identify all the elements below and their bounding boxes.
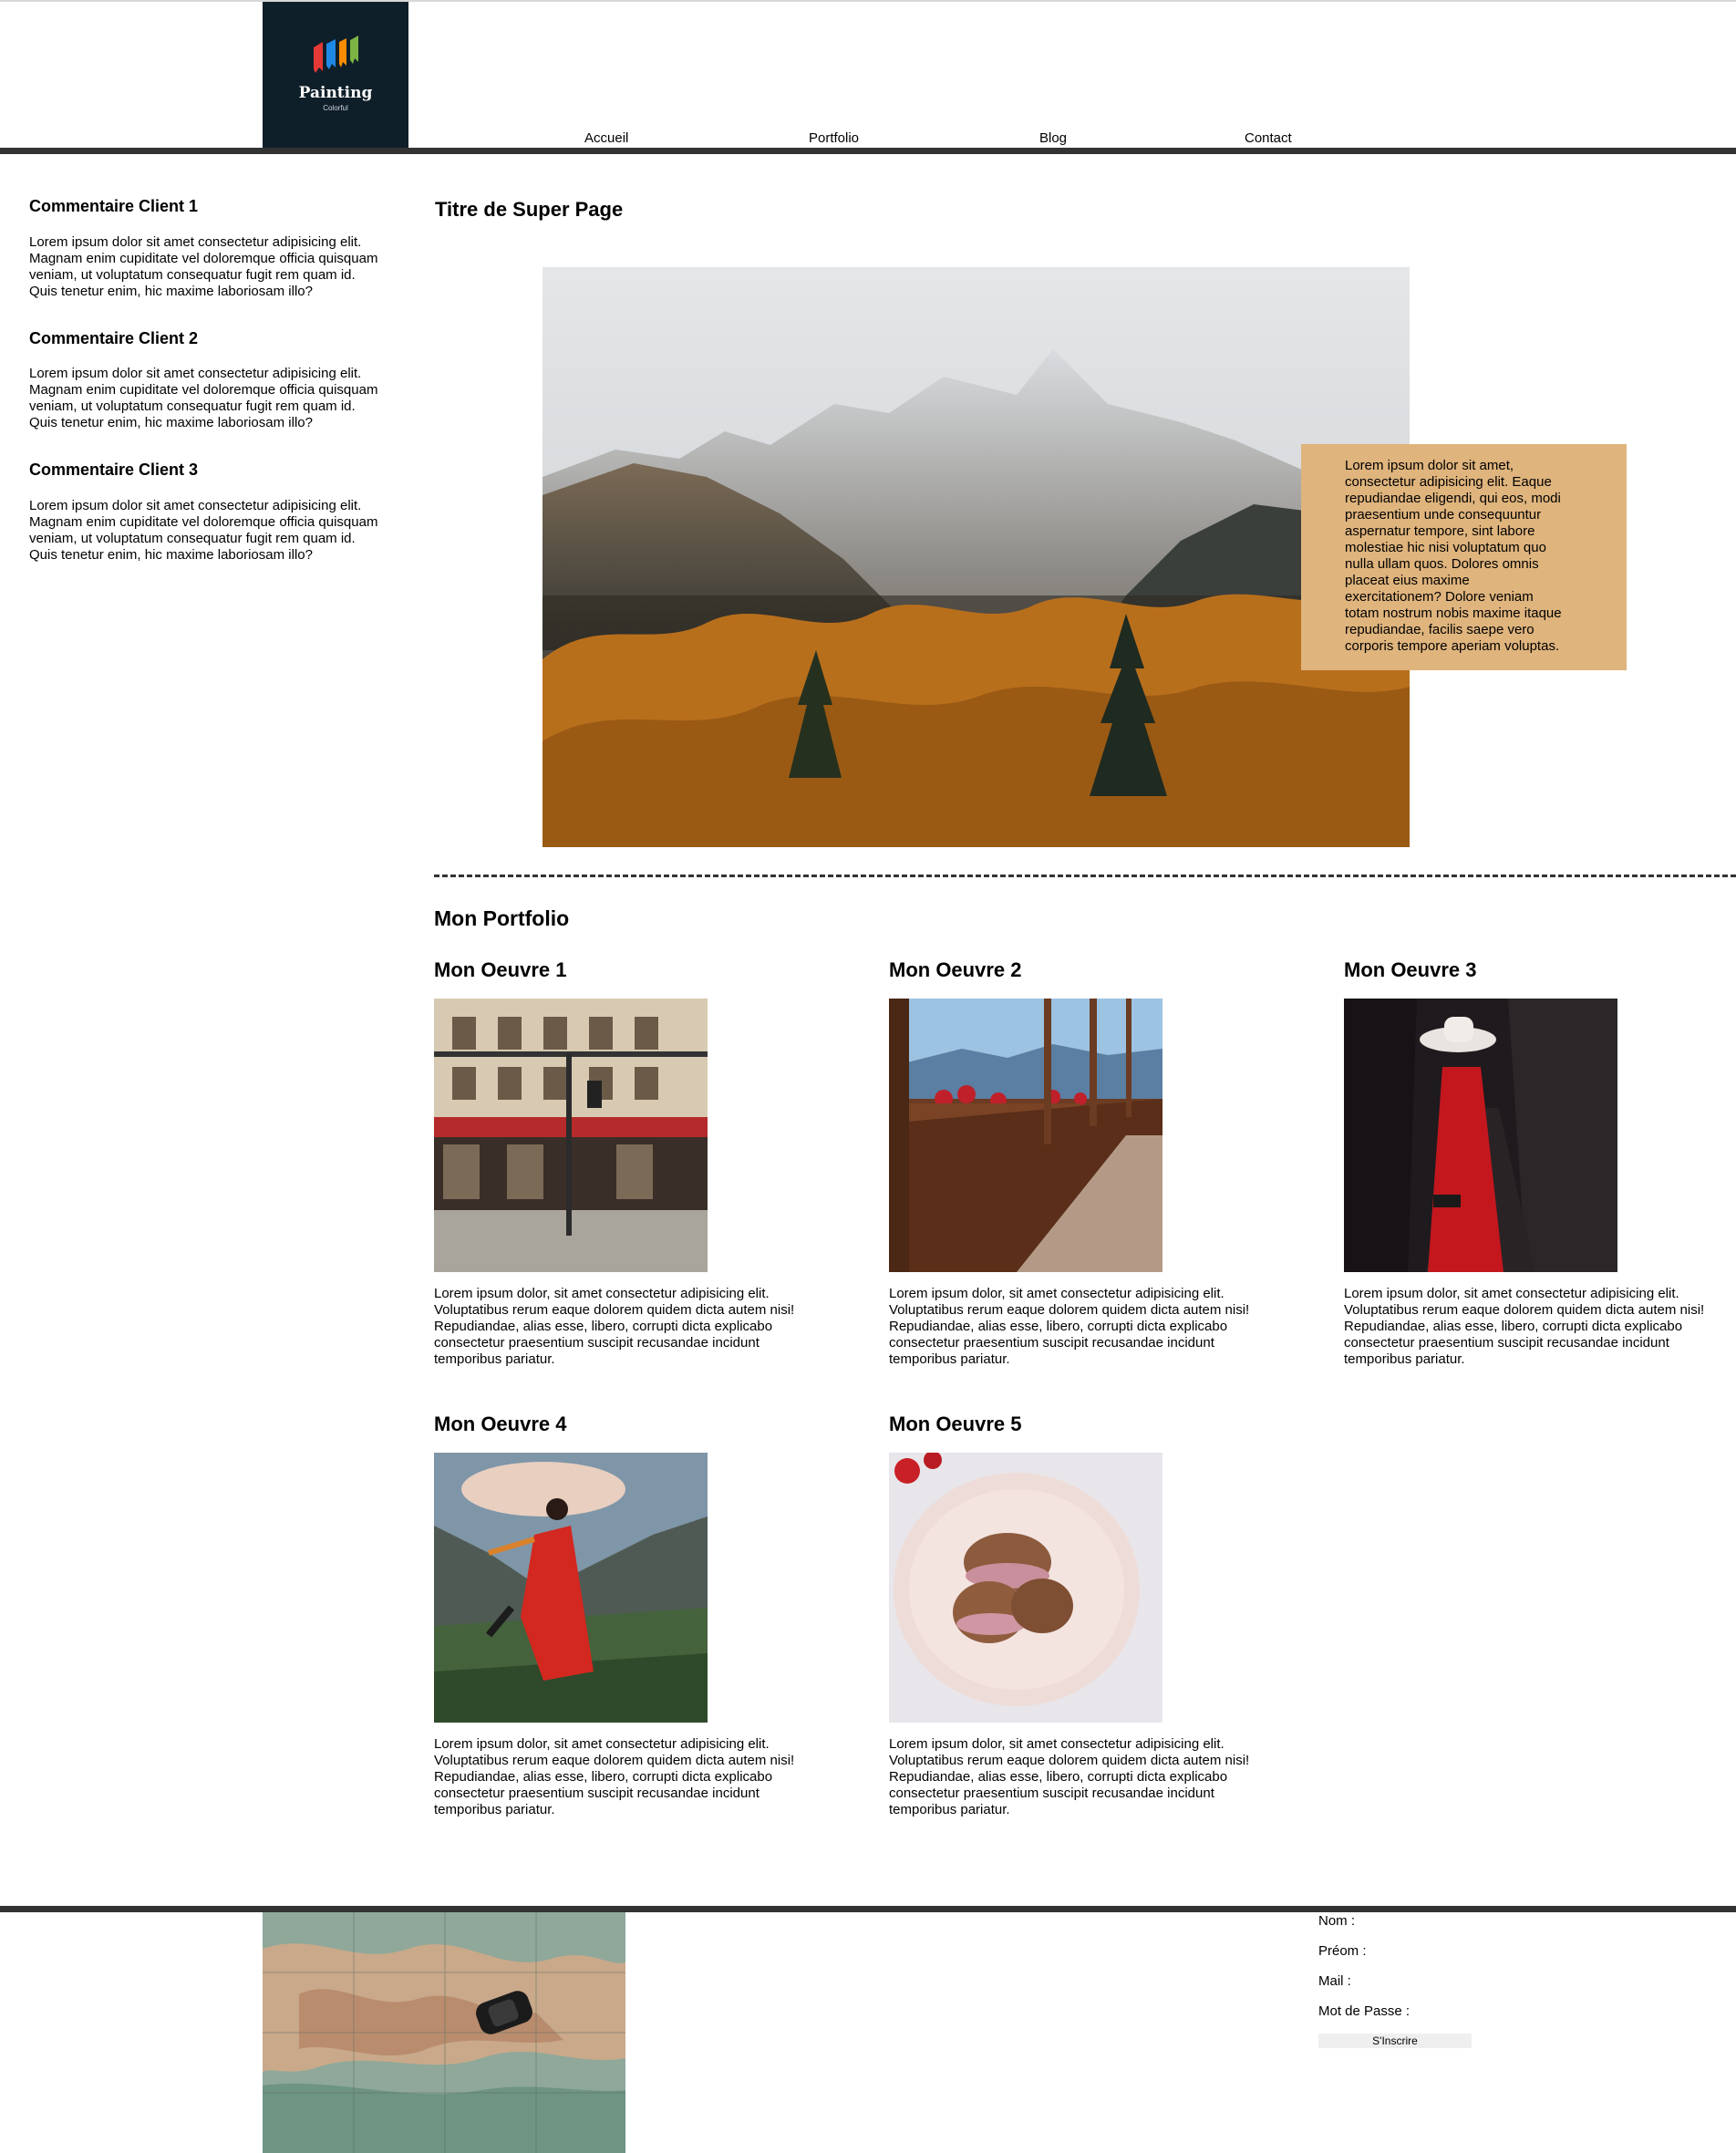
text-line: veniam, ut voluptatum consequatur fugit … <box>29 531 356 546</box>
text-line: consectetur praesentium suscipit recusan… <box>1344 1335 1669 1351</box>
text-line: aspernatur tempore, sint labore <box>1345 523 1535 539</box>
text-line: consectetur praesentium suscipit recusan… <box>434 1335 760 1351</box>
comment-text: Lorem ipsum dolor sit amet consectetur a… <box>29 234 408 300</box>
text-line: repudiandae, facilis saepe vero <box>1345 622 1534 637</box>
work-description: Lorem ipsum dolor, sit amet consectetur … <box>434 1286 824 1368</box>
text-line: temporibus pariatur. <box>434 1802 555 1817</box>
text-line: Magnam enim cupiditate vel doloremque of… <box>29 514 378 530</box>
text-line: consectetur praesentium suscipit recusan… <box>889 1335 1214 1351</box>
text-line: temporibus pariatur. <box>1344 1351 1465 1367</box>
text-line: totam nostrum nobis maxime itaque <box>1345 606 1562 621</box>
work-title: Mon Oeuvre 3 <box>1344 958 1477 981</box>
logo-subtitle: Colorful <box>323 104 348 112</box>
work-title: Mon Oeuvre 5 <box>889 1413 1022 1435</box>
text-line: Lorem ipsum dolor sit amet consectetur a… <box>29 234 362 250</box>
section-divider <box>434 875 1736 877</box>
text-line: Quis tenetur enim, hic maxime laboriosam… <box>29 547 313 563</box>
text-line: Repudiandae, alias esse, libero, corrupt… <box>889 1769 1228 1785</box>
nav-blog[interactable]: Blog <box>1039 130 1067 146</box>
footer-map-image <box>263 1912 625 2153</box>
work-title: Mon Oeuvre 4 <box>434 1413 567 1435</box>
text-line: Voluptatibus rerum eaque dolorem quidem … <box>889 1302 1250 1318</box>
footer-divider <box>0 1906 1736 1912</box>
text-line: Lorem ipsum dolor, sit amet consectetur … <box>1344 1286 1679 1301</box>
text-line: Quis tenetur enim, hic maxime laboriosam… <box>29 415 313 430</box>
work-title: Mon Oeuvre 2 <box>889 958 1022 981</box>
label-password: Mot de Passe : <box>1318 2003 1410 2019</box>
hero-image-mountains <box>542 267 1410 847</box>
text-line: nulla ullam quos. Dolores omnis <box>1345 556 1539 572</box>
nav-accueil[interactable]: Accueil <box>584 130 628 146</box>
text-line: Repudiandae, alias esse, libero, corrupt… <box>889 1319 1228 1334</box>
text-line: veniam, ut voluptatum consequatur fugit … <box>29 267 356 283</box>
text-line: temporibus pariatur. <box>889 1802 1010 1817</box>
work-image-paris-cafe[interactable] <box>434 999 708 1272</box>
label-prenom: Préom : <box>1318 1943 1367 1959</box>
work-description: Lorem ipsum dolor, sit amet consectetur … <box>434 1736 824 1818</box>
label-mail: Mail : <box>1318 1973 1351 1989</box>
text-line: Lorem ipsum dolor sit amet consectetur a… <box>29 366 362 381</box>
text-line: Lorem ipsum dolor, sit amet consectetur … <box>889 1736 1224 1752</box>
text-line: Voluptatibus rerum eaque dolorem quidem … <box>1344 1302 1705 1318</box>
work-title: Mon Oeuvre 1 <box>434 958 567 981</box>
work-image-macarons[interactable] <box>889 1453 1162 1723</box>
nav-portfolio[interactable]: Portfolio <box>809 130 859 146</box>
text-line: corporis tempore aperiam voluptas. <box>1345 638 1560 654</box>
label-nom: Nom : <box>1318 1913 1356 1929</box>
text-line: temporibus pariatur. <box>889 1351 1010 1367</box>
top-border <box>0 0 1736 2</box>
text-line: Lorem ipsum dolor sit amet, <box>1345 458 1514 473</box>
text-line: Quis tenetur enim, hic maxime laboriosam… <box>29 284 313 299</box>
logo-title: Painting <box>298 84 373 102</box>
text-line: Voluptatibus rerum eaque dolorem quidem … <box>889 1753 1250 1768</box>
comment-title: Commentaire Client 2 <box>29 329 199 347</box>
paint-strokes-icon <box>314 36 358 73</box>
work-description: Lorem ipsum dolor, sit amet consectetur … <box>1344 1286 1734 1368</box>
signup-button[interactable]: S'Inscrire <box>1318 2034 1472 2048</box>
text-line: veniam, ut voluptatum consequatur fugit … <box>29 399 356 414</box>
work-image-balcony[interactable] <box>889 999 1162 1272</box>
text-line: Repudiandae, alias esse, libero, corrupt… <box>1344 1319 1683 1334</box>
text-line: Lorem ipsum dolor, sit amet consectetur … <box>434 1286 770 1301</box>
text-line: consectetur praesentium suscipit recusan… <box>889 1786 1214 1801</box>
text-line: Repudiandae, alias esse, libero, corrupt… <box>434 1769 773 1785</box>
work-description: Lorem ipsum dolor, sit amet consectetur … <box>889 1286 1279 1368</box>
text-line: consectetur praesentium suscipit recusan… <box>434 1786 760 1801</box>
text-line: Repudiandae, alias esse, libero, corrupt… <box>434 1319 773 1334</box>
comment-title: Commentaire Client 1 <box>29 197 199 215</box>
text-line: exercitationem? Dolore veniam <box>1345 589 1534 605</box>
text-line: molestiae hic nisi voluptatum quo <box>1345 540 1546 555</box>
text-line: placeat eius maxime <box>1345 573 1470 588</box>
work-image-dancer[interactable] <box>434 1453 708 1723</box>
work-description: Lorem ipsum dolor, sit amet consectetur … <box>889 1736 1279 1818</box>
text-line: temporibus pariatur. <box>434 1351 555 1367</box>
text-line: Lorem ipsum dolor, sit amet consectetur … <box>889 1286 1224 1301</box>
text-line: praesentium unde consequuntur <box>1345 507 1542 523</box>
header-divider <box>0 148 1736 154</box>
text-line: Magnam enim cupiditate vel doloremque of… <box>29 251 378 266</box>
text-line: Voluptatibus rerum eaque dolorem quidem … <box>434 1302 795 1318</box>
text-line: Lorem ipsum dolor, sit amet consectetur … <box>434 1736 770 1752</box>
text-line: Voluptatibus rerum eaque dolorem quidem … <box>434 1753 795 1768</box>
comment-text: Lorem ipsum dolor sit amet consectetur a… <box>29 498 408 564</box>
work-image-red-coat[interactable] <box>1344 999 1617 1272</box>
text-line: repudiandae eligendi, qui eos, modi <box>1345 491 1561 506</box>
comment-title: Commentaire Client 3 <box>29 461 199 479</box>
site-logo[interactable]: Painting Colorful <box>263 2 408 148</box>
text-line: Lorem ipsum dolor sit amet consectetur a… <box>29 498 362 513</box>
comment-text: Lorem ipsum dolor sit amet consectetur a… <box>29 366 408 431</box>
page-title: Titre de Super Page <box>435 198 624 221</box>
intro-text-box: Lorem ipsum dolor sit amet, consectetur … <box>1301 444 1627 670</box>
portfolio-heading: Mon Portfolio <box>434 906 570 930</box>
text-line: Magnam enim cupiditate vel doloremque of… <box>29 382 378 398</box>
nav-contact[interactable]: Contact <box>1245 130 1292 146</box>
text-line: consectetur adipisicing elit. Eaque <box>1345 474 1552 490</box>
